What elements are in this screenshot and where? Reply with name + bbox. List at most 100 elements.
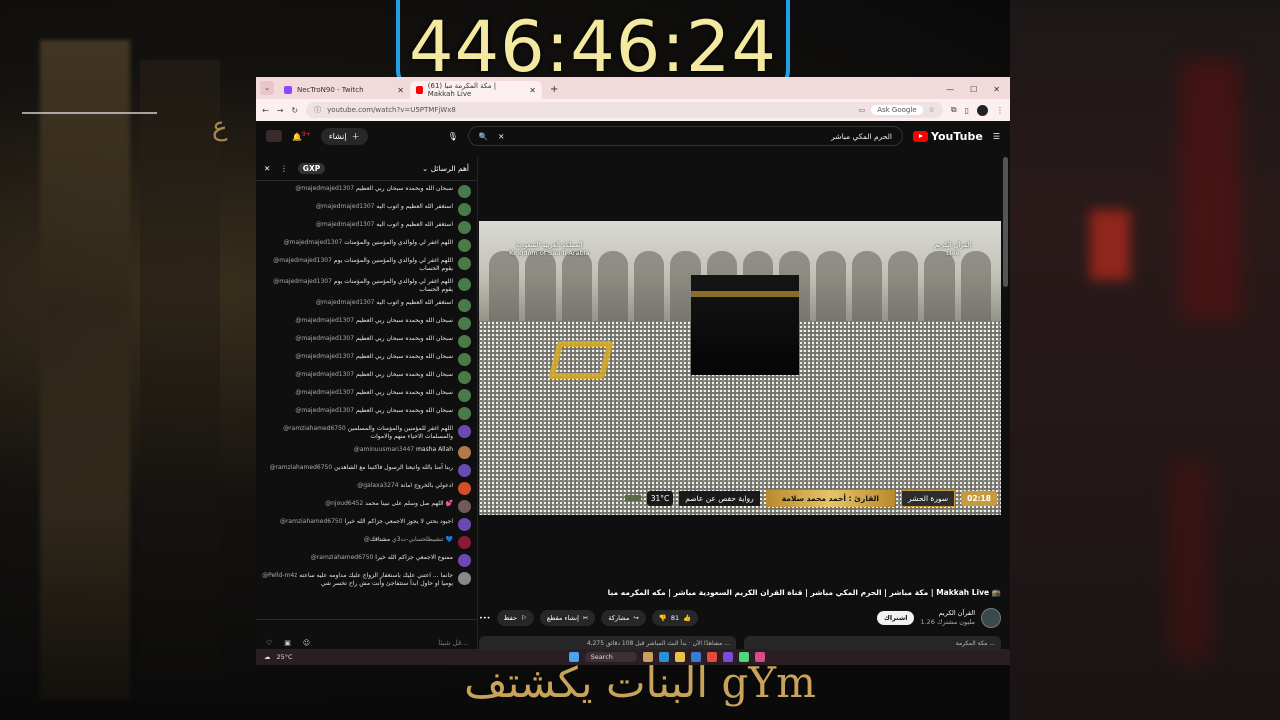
hamburger-menu-icon[interactable]: ☰: [993, 132, 1000, 141]
chat-avatar[interactable]: [458, 389, 471, 402]
chat-message: @aminuusman3447 masha Allah: [262, 446, 471, 459]
chat-author[interactable]: @majedmajed1307: [295, 371, 354, 378]
chat-author[interactable]: @ramziahamed6750: [283, 425, 346, 432]
chat-author[interactable]: @majedmajed1307: [295, 317, 354, 324]
chat-author[interactable]: @ramziahamed6750: [311, 554, 374, 561]
close-icon[interactable]: ✕: [529, 86, 536, 95]
page-scrollbar[interactable]: [1003, 157, 1008, 287]
chat-avatar[interactable]: [458, 572, 471, 585]
profile-avatar[interactable]: [977, 104, 988, 116]
maximize-button[interactable]: ☐: [970, 85, 977, 94]
chat-more-icon[interactable]: ⋮: [280, 164, 288, 173]
chat-avatar[interactable]: [458, 482, 471, 495]
chat-author[interactable]: @majedmajed1307: [273, 257, 332, 264]
chat-mode-dropdown[interactable]: ⌄ أهم الرسائل: [422, 164, 469, 173]
chat-avatar[interactable]: [458, 536, 471, 549]
heart-icon[interactable]: ♡: [266, 639, 272, 647]
chat-message-body: @majedmajed1307 اللهم اغفر لي ولوالدي وا…: [262, 239, 453, 247]
video-player[interactable]: المملكة العربية السعودية Kingdom of Saud…: [479, 221, 1001, 515]
chat-avatar[interactable]: [458, 257, 471, 270]
chat-text: اللهم اغفر لي ولوالدي والمؤمنين والمؤمنا…: [333, 257, 453, 272]
like-icon[interactable]: 👍: [683, 614, 691, 622]
chat-author[interactable]: @majedmajed1307: [295, 185, 354, 192]
user-avatar[interactable]: [266, 130, 282, 142]
channel-name[interactable]: القرآن الكريم: [920, 609, 975, 618]
reload-icon[interactable]: ↻: [291, 106, 298, 115]
clip-label: إنشاء مقطع: [546, 614, 579, 622]
extensions-icon[interactable]: ⧉: [951, 105, 957, 115]
chat-avatar[interactable]: [458, 185, 471, 198]
search-icon[interactable]: 🔍: [479, 132, 488, 141]
notification-icon[interactable]: 🔔9+: [292, 131, 311, 142]
minimize-button[interactable]: —: [946, 85, 954, 94]
clip-button[interactable]: إنشاء مقطع ✂: [539, 610, 596, 626]
chat-author[interactable]: @majedmajed1307: [295, 353, 354, 360]
chat-avatar[interactable]: [458, 407, 471, 420]
chat-author[interactable]: @aminuusman3447: [354, 446, 414, 453]
dislike-icon[interactable]: 👎: [659, 614, 667, 622]
chat-avatar[interactable]: [458, 299, 471, 312]
tab-search-button[interactable]: ⌄: [260, 81, 274, 95]
chat-avatar[interactable]: [458, 446, 471, 459]
menu-icon[interactable]: ⋮: [996, 106, 1004, 115]
microphone-icon[interactable]: 🎙: [448, 132, 458, 141]
chat-author[interactable]: @galaxa3274: [357, 482, 398, 489]
search-input[interactable]: 🔍 ✕ الحرم المكي مباشر: [467, 126, 904, 146]
share-button[interactable]: مشاركة ↪: [601, 610, 646, 626]
chat-author[interactable]: @majedmajed1307: [273, 278, 332, 285]
chat-author[interactable]: @ramziahamed6750: [270, 464, 333, 471]
chat-avatar[interactable]: [458, 278, 471, 291]
chat-avatar[interactable]: [458, 425, 471, 438]
tab-twitch[interactable]: NecTroN90 - Twitch ✕: [278, 81, 410, 99]
tab-youtube[interactable]: (61) مكة المكرمة مبا | Makkah Live ✕: [410, 81, 542, 99]
url-text[interactable]: youtube.com/watch?v=U5PTMFjWx8: [327, 106, 852, 114]
chat-avatar[interactable]: [458, 554, 471, 567]
sidebar-icon[interactable]: ▯: [965, 106, 969, 115]
chat-author[interactable]: @majedmajed1307: [316, 221, 375, 228]
chat-author[interactable]: @majedmajed1307: [316, 203, 375, 210]
close-icon[interactable]: ✕: [397, 86, 404, 95]
chat-avatar[interactable]: [458, 353, 471, 366]
chat-author[interactable]: @ramziahamed6750: [280, 518, 343, 525]
chat-input[interactable]: قل شيئا...: [438, 639, 468, 647]
back-icon[interactable]: ←: [262, 106, 269, 115]
ask-google-button[interactable]: Ask Google: [871, 105, 923, 115]
more-actions-icon[interactable]: •••: [479, 614, 491, 622]
chat-avatar[interactable]: [458, 317, 471, 330]
chat-avatar[interactable]: [458, 239, 471, 252]
site-info-icon[interactable]: ⓘ: [314, 105, 321, 115]
reader-label: القارئ : أحمد محمد سلامة: [765, 489, 895, 507]
chat-author[interactable]: @njoud6452: [325, 500, 363, 507]
chat-message: @majedmajed1307 سبحان الله وبحمده سبحان …: [262, 353, 471, 366]
clear-search-icon[interactable]: ✕: [498, 132, 504, 141]
new-tab-button[interactable]: +: [550, 84, 558, 95]
create-button[interactable]: إنشاء ＋: [320, 127, 368, 145]
chat-author[interactable]: @Pelld-m4z: [262, 572, 297, 579]
emoji-icon[interactable]: ☺: [303, 639, 310, 647]
channel-avatar[interactable]: [981, 608, 1001, 628]
subscribe-button[interactable]: اشتراك: [876, 611, 915, 625]
chat-avatar[interactable]: [458, 371, 471, 384]
omnibox[interactable]: ⓘ youtube.com/watch?v=U5PTMFjWx8 ▭ Ask G…: [306, 102, 943, 118]
chat-avatar[interactable]: [458, 518, 471, 531]
chat-author[interactable]: @majedmajed1307: [295, 407, 354, 414]
chat-avatar[interactable]: [458, 500, 471, 513]
close-chat-icon[interactable]: ✕: [264, 164, 270, 173]
chat-avatar[interactable]: [458, 221, 471, 234]
super-chat-icon[interactable]: ▣: [284, 639, 291, 647]
save-button[interactable]: حفظ ⚐: [496, 610, 534, 626]
chat-author[interactable]: @majedmajed1307: [295, 389, 354, 396]
forward-icon[interactable]: →: [277, 106, 284, 115]
chat-author[interactable]: @majedmajed1307: [295, 335, 354, 342]
screen-icon[interactable]: ▭: [859, 106, 866, 114]
chat-author[interactable]: @majedmajed1307: [284, 239, 343, 246]
chat-avatar[interactable]: [458, 464, 471, 477]
youtube-logo[interactable]: YouTube: [913, 130, 983, 143]
close-window-button[interactable]: ✕: [993, 85, 1000, 94]
gxp-badge[interactable]: GXP: [297, 163, 326, 174]
chat-avatar[interactable]: [458, 203, 471, 216]
chat-author[interactable]: @majedmajed1307: [316, 299, 375, 306]
bookmark-star-icon[interactable]: ☆: [929, 106, 935, 114]
background-glyph: ع: [212, 112, 228, 142]
chat-avatar[interactable]: [458, 335, 471, 348]
